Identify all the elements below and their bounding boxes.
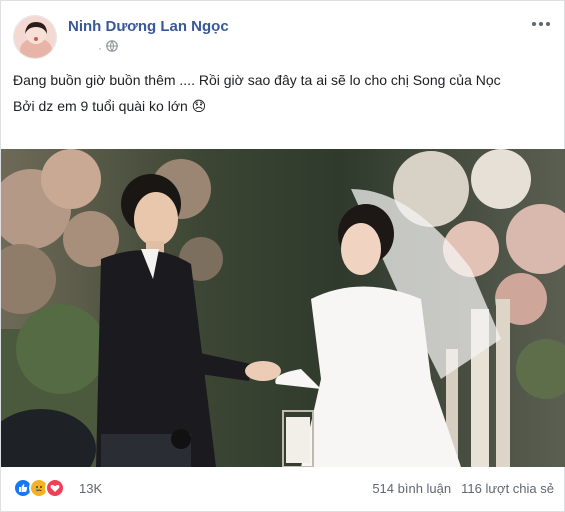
reaction-icons[interactable] — [13, 478, 65, 498]
globe-icon[interactable] — [106, 40, 118, 55]
author-name[interactable]: Ninh Dương Lan Ngọc — [68, 18, 229, 35]
share-count[interactable]: 116 lượt chia sẻ — [461, 481, 554, 496]
wedding-photo — [1, 149, 565, 467]
post-header: Ninh Dương Lan Ngọc · — [13, 13, 553, 63]
post-text-line: Đang buồn giờ buồn thêm .... Rồi giờ sao… — [13, 72, 501, 88]
reaction-count[interactable]: 13K — [79, 481, 102, 496]
post-photo[interactable] — [1, 149, 565, 467]
comment-count[interactable]: 514 bình luận — [372, 481, 451, 496]
timestamp[interactable]: · — [98, 41, 102, 55]
more-options-icon[interactable] — [529, 15, 553, 33]
post-text: Đang buồn giờ buồn thêm .... Rồi giờ sao… — [13, 67, 558, 119]
post-card: Ninh Dương Lan Ngọc · Đang buồn giờ buồn… — [0, 0, 565, 512]
post-text-line: Bởi dz em 9 tuổi quài ko lớn 😞 — [13, 98, 207, 114]
post-footer: 13K 514 bình luận 116 lượt chia sẻ — [13, 473, 554, 505]
love-icon — [45, 478, 65, 498]
post-meta: · — [98, 40, 118, 55]
engagement-stats: 514 bình luận 116 lượt chia sẻ — [372, 481, 554, 496]
author-avatar[interactable] — [13, 15, 57, 59]
